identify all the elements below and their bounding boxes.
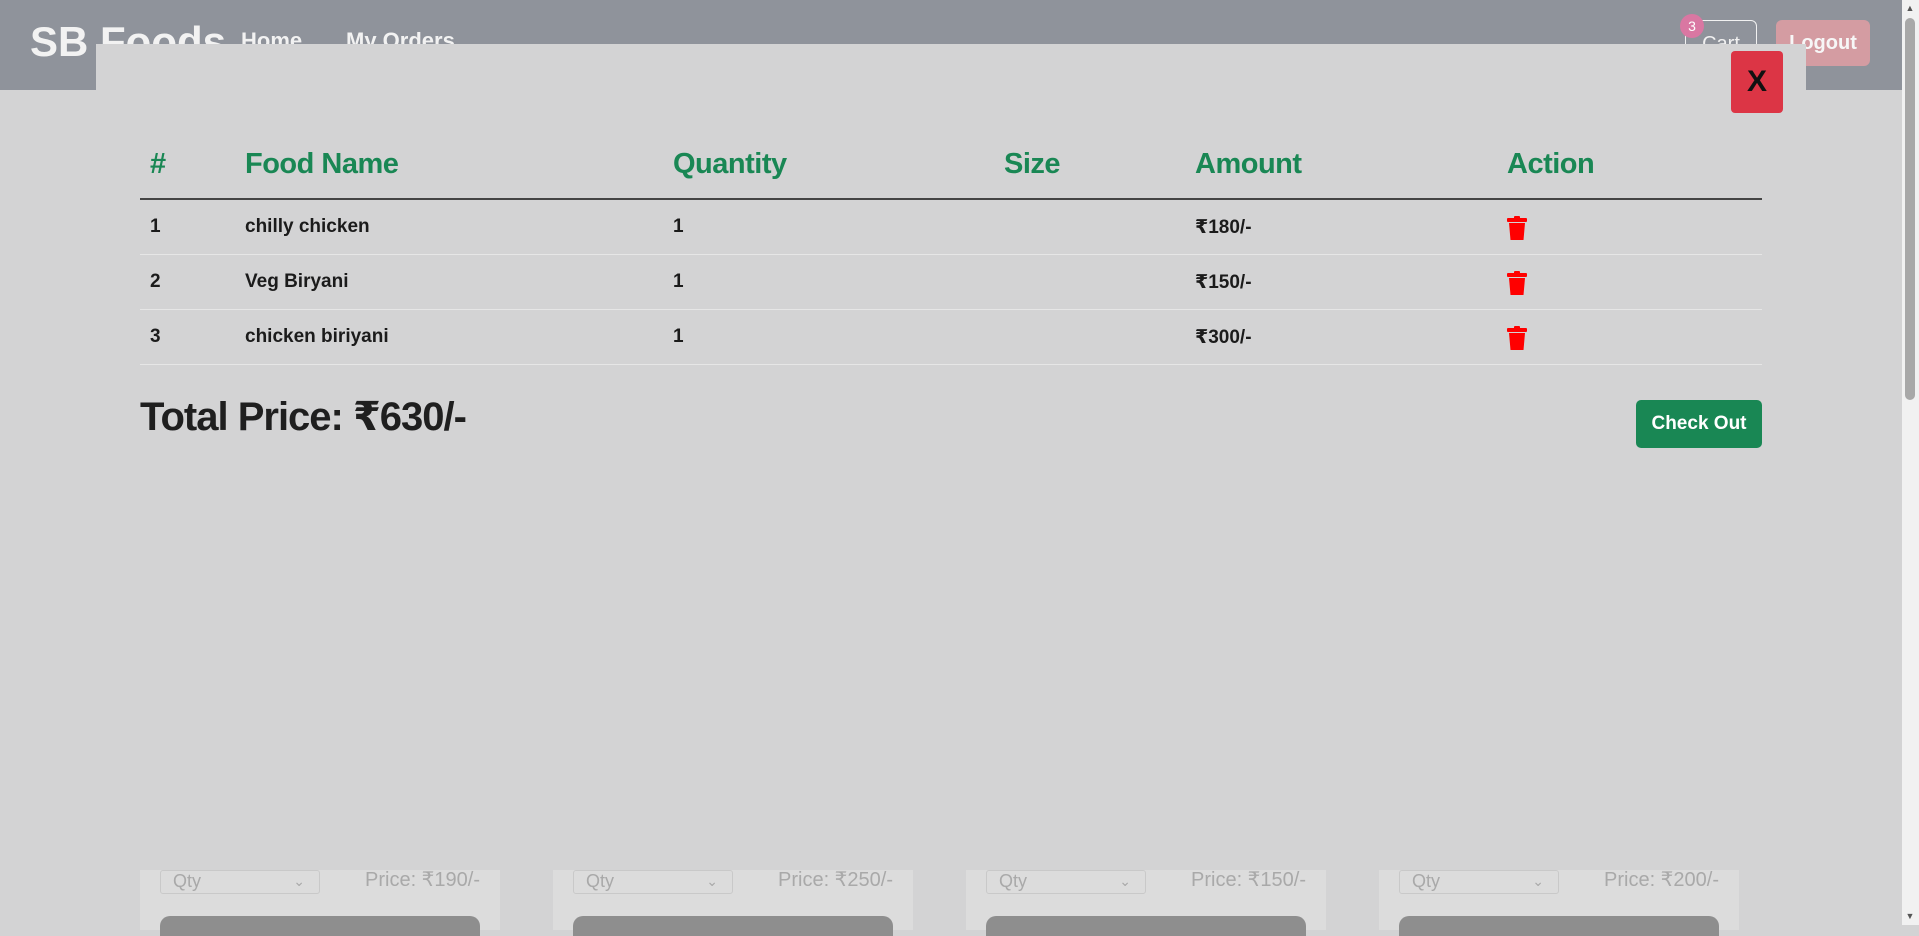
column-header-action: Action — [1497, 130, 1762, 200]
cart-count-badge: 3 — [1680, 14, 1704, 38]
add-to-cart-button[interactable] — [573, 916, 893, 936]
product-card: Qty ⌄ Price: ₹190/- — [140, 869, 500, 936]
row-food-name: chicken biriyani — [235, 309, 663, 365]
column-header-food-name: Food Name — [235, 130, 663, 200]
chevron-down-icon: ⌄ — [293, 873, 305, 889]
add-to-cart-button[interactable] — [160, 916, 480, 936]
table-row: 2 Veg Biryani 1 ₹150/- — [140, 254, 1762, 310]
scroll-down-arrow-icon[interactable]: ▼ — [1904, 910, 1916, 922]
row-index: 2 — [140, 254, 235, 310]
product-price: Price: ₹150/- — [1191, 869, 1306, 891]
row-action — [1497, 199, 1762, 255]
trash-icon[interactable] — [1507, 326, 1527, 350]
column-header-quantity: Quantity — [663, 130, 994, 200]
table-row: 1 chilly chicken 1 ₹180/- — [140, 199, 1762, 255]
cart-table: # Food Name Quantity Size Amount Action … — [140, 130, 1762, 365]
quantity-select[interactable]: Qty ⌄ — [160, 870, 320, 894]
row-action — [1497, 254, 1762, 310]
scrollbar-thumb[interactable] — [1905, 18, 1915, 400]
row-size — [994, 309, 1185, 365]
column-header-size: Size — [994, 130, 1185, 200]
cart-table-header: # Food Name Quantity Size Amount Action — [140, 130, 1762, 200]
add-to-cart-button[interactable] — [986, 916, 1306, 936]
quantity-select[interactable]: Qty ⌄ — [573, 870, 733, 894]
row-food-name: chilly chicken — [235, 199, 663, 255]
row-size — [994, 199, 1185, 255]
trash-icon[interactable] — [1507, 216, 1527, 240]
product-card: Qty ⌄ Price: ₹200/- — [1379, 869, 1739, 936]
product-price: Price: ₹190/- — [365, 869, 480, 891]
trash-icon[interactable] — [1507, 271, 1527, 295]
quantity-select[interactable]: Qty ⌄ — [986, 870, 1146, 894]
add-to-cart-button[interactable] — [1399, 916, 1719, 936]
row-amount: ₹300/- — [1185, 309, 1497, 365]
close-modal-button[interactable]: X — [1731, 51, 1783, 113]
column-header-index: # — [140, 130, 235, 200]
row-amount: ₹150/- — [1185, 254, 1497, 310]
product-price: Price: ₹200/- — [1604, 869, 1719, 891]
row-index: 3 — [140, 309, 235, 365]
quantity-select-placeholder: Qty — [999, 871, 1028, 891]
checkout-button[interactable]: Check Out — [1636, 400, 1762, 448]
table-row: 3 chicken biriyani 1 ₹300/- — [140, 309, 1762, 365]
chevron-down-icon: ⌄ — [1119, 873, 1131, 889]
total-price: Total Price: ₹630/- — [140, 395, 467, 439]
row-action — [1497, 309, 1762, 365]
row-quantity: 1 — [663, 199, 994, 255]
row-food-name: Veg Biryani — [235, 254, 663, 310]
row-quantity: 1 — [663, 309, 994, 365]
product-price: Price: ₹250/- — [778, 869, 893, 891]
chevron-down-icon: ⌄ — [1532, 873, 1544, 889]
product-card: Qty ⌄ Price: ₹150/- — [966, 869, 1326, 936]
row-amount: ₹180/- — [1185, 199, 1497, 255]
quantity-select-placeholder: Qty — [173, 871, 202, 891]
scroll-up-arrow-icon[interactable]: ▲ — [1904, 2, 1916, 14]
row-index: 1 — [140, 199, 235, 255]
chevron-down-icon: ⌄ — [706, 873, 718, 889]
quantity-select-placeholder: Qty — [1412, 871, 1441, 891]
column-header-amount: Amount — [1185, 130, 1497, 200]
product-card: Qty ⌄ Price: ₹250/- — [553, 869, 913, 936]
quantity-select-placeholder: Qty — [586, 871, 615, 891]
row-size — [994, 254, 1185, 310]
row-quantity: 1 — [663, 254, 994, 310]
quantity-select[interactable]: Qty ⌄ — [1399, 870, 1559, 894]
